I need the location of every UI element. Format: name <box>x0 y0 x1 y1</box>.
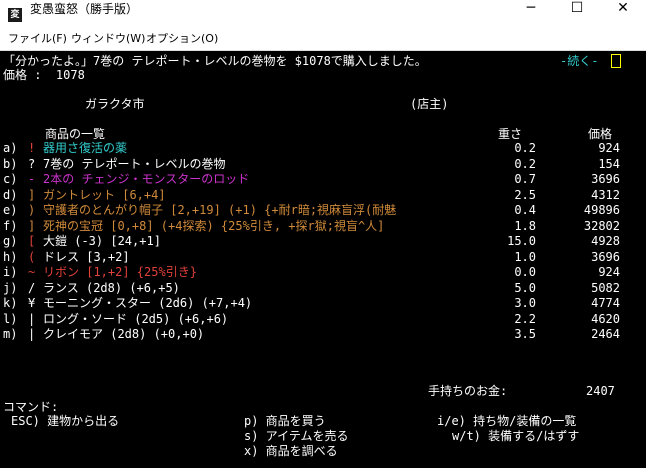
item-weight: 3.0 <box>514 296 536 310</box>
item-label: m) <box>3 327 18 341</box>
command-sell[interactable]: s) アイテムを売る <box>244 429 348 443</box>
item-label: e) <box>3 203 18 217</box>
message-line: 「分かったよ。」7巻の テレポート・レベルの巻物を $1078で購入しました。 <box>3 54 427 68</box>
close-button[interactable]: ✕ <box>600 0 646 30</box>
item-price: 4312 <box>591 188 620 202</box>
item-price: 32802 <box>583 219 620 233</box>
item-weight: 5.0 <box>514 281 536 295</box>
command-title: コマンド: <box>3 400 59 414</box>
shop-owner: (店主) <box>410 97 449 111</box>
item-price: 3696 <box>591 250 620 264</box>
maximize-button[interactable]: ☐ <box>554 0 600 30</box>
item-name: 器用さ復活の薬 <box>43 141 128 155</box>
item-weight: 1.0 <box>514 250 536 264</box>
item-name: 2本の チェンジ・モンスターのロッド <box>43 172 250 186</box>
item-symbol: ( <box>28 250 36 264</box>
item-symbol: ! <box>28 141 36 155</box>
menu-options[interactable]: オプション(O) <box>146 30 218 50</box>
menu-window[interactable]: ウィンドウ(W) <box>71 30 145 50</box>
item-label: l) <box>3 312 18 326</box>
item-weight: 0.4 <box>514 203 536 217</box>
item-label: b) <box>3 157 18 171</box>
item-weight: 0.0 <box>514 265 536 279</box>
item-label: d) <box>3 188 18 202</box>
item-price: 3696 <box>591 172 620 186</box>
item-label: i) <box>3 265 18 279</box>
more-prompt: -続く- <box>560 54 599 68</box>
menu-file[interactable]: ファイル(F) <box>8 30 67 50</box>
list-header: 商品の一覧 <box>45 127 106 141</box>
item-price: 4928 <box>591 234 620 248</box>
price-header: 価格 <box>588 127 613 141</box>
item-label: c) <box>3 172 18 186</box>
command-wield[interactable]: w/t) 装備する/はずす <box>452 429 579 443</box>
item-weight: 2.2 <box>514 312 536 326</box>
minimize-button[interactable]: ─ <box>508 0 554 30</box>
item-price: 5082 <box>591 281 620 295</box>
item-weight: 0.7 <box>514 172 536 186</box>
item-symbol: - <box>28 172 36 186</box>
item-price: 49896 <box>583 203 620 217</box>
item-name: ドレス [3,+2] <box>43 250 130 264</box>
gold-label: 手持ちのお金: <box>428 384 508 398</box>
shop-name: ガラクタ市 <box>85 97 145 111</box>
item-price: 924 <box>598 265 620 279</box>
weight-header: 重さ <box>498 127 523 141</box>
gold-value: 2407 <box>586 384 615 398</box>
item-symbol: / <box>28 281 36 295</box>
item-name: 大鎧 (-3) [24,+1] <box>43 234 161 248</box>
item-symbol: [ <box>28 234 36 248</box>
item-label: h) <box>3 250 18 264</box>
command-inventory[interactable]: i/e) 持ち物/装備の一覧 <box>437 414 576 428</box>
item-weight: 0.2 <box>514 141 536 155</box>
app-icon: 変 <box>8 8 22 22</box>
item-symbol: ¥ <box>28 296 36 310</box>
command-examine[interactable]: x) 商品を調べる <box>244 444 338 458</box>
item-symbol: ] <box>28 188 36 202</box>
item-name: ガントレット [6,+4] <box>43 188 166 202</box>
item-label: g) <box>3 234 18 248</box>
item-weight: 1.8 <box>514 219 536 233</box>
item-symbol: ~ <box>28 265 36 279</box>
menu-bar: ファイル(F) ウィンドウ(W) オプション(O) <box>0 30 646 51</box>
item-name: ランス (2d8) (+6,+5) <box>43 281 180 295</box>
item-symbol: | <box>28 312 36 326</box>
item-name: 守護者のとんがり帽子 [2,+19] (+1) {+耐r暗;視麻盲浮(耐魅 <box>43 203 397 217</box>
command-exit[interactable]: ESC) 建物から出る <box>11 414 119 428</box>
item-label: j) <box>3 281 18 295</box>
item-label: k) <box>3 296 18 310</box>
item-price: 924 <box>598 141 620 155</box>
item-price: 2464 <box>591 327 620 341</box>
item-symbol: | <box>28 327 36 341</box>
item-label: a) <box>3 141 18 155</box>
text-cursor <box>611 54 621 68</box>
item-weight: 3.5 <box>514 327 536 341</box>
item-weight: 2.5 <box>514 188 536 202</box>
item-name: モーニング・スター (2d6) (+7,+4) <box>43 296 253 310</box>
item-price: 154 <box>598 157 620 171</box>
item-price: 4774 <box>591 296 620 310</box>
game-window: 変 変愚蛮怒（勝手版） ─ ☐ ✕ ファイル(F) ウィンドウ(W) オプション… <box>0 0 646 468</box>
item-name: ロング・ソード (2d5) (+6,+6) <box>43 312 229 326</box>
title-bar: 変 変愚蛮怒（勝手版） ─ ☐ ✕ <box>0 0 646 30</box>
item-weight: 15.0 <box>507 234 536 248</box>
item-symbol: ] <box>28 219 36 233</box>
price-prompt: 価格 : 1078 <box>3 68 85 82</box>
item-name: クレイモア (2d8) (+0,+0) <box>43 327 205 341</box>
item-price: 4620 <box>591 312 620 326</box>
item-name: 死神の宝冠 [0,+8] (+4探索) {25%引き, +探r獄;視盲^人] <box>43 219 385 233</box>
item-weight: 0.2 <box>514 157 536 171</box>
item-name: リボン [1,+2] {25%引き} <box>43 265 197 279</box>
window-title: 変愚蛮怒（勝手版） <box>30 2 139 16</box>
item-name: 7巻の テレポート・レベルの巻物 <box>43 157 226 171</box>
item-label: f) <box>3 219 18 233</box>
item-symbol: ? <box>28 157 36 171</box>
command-purchase[interactable]: p) 商品を買う <box>244 414 326 428</box>
item-symbol: ) <box>28 203 36 217</box>
